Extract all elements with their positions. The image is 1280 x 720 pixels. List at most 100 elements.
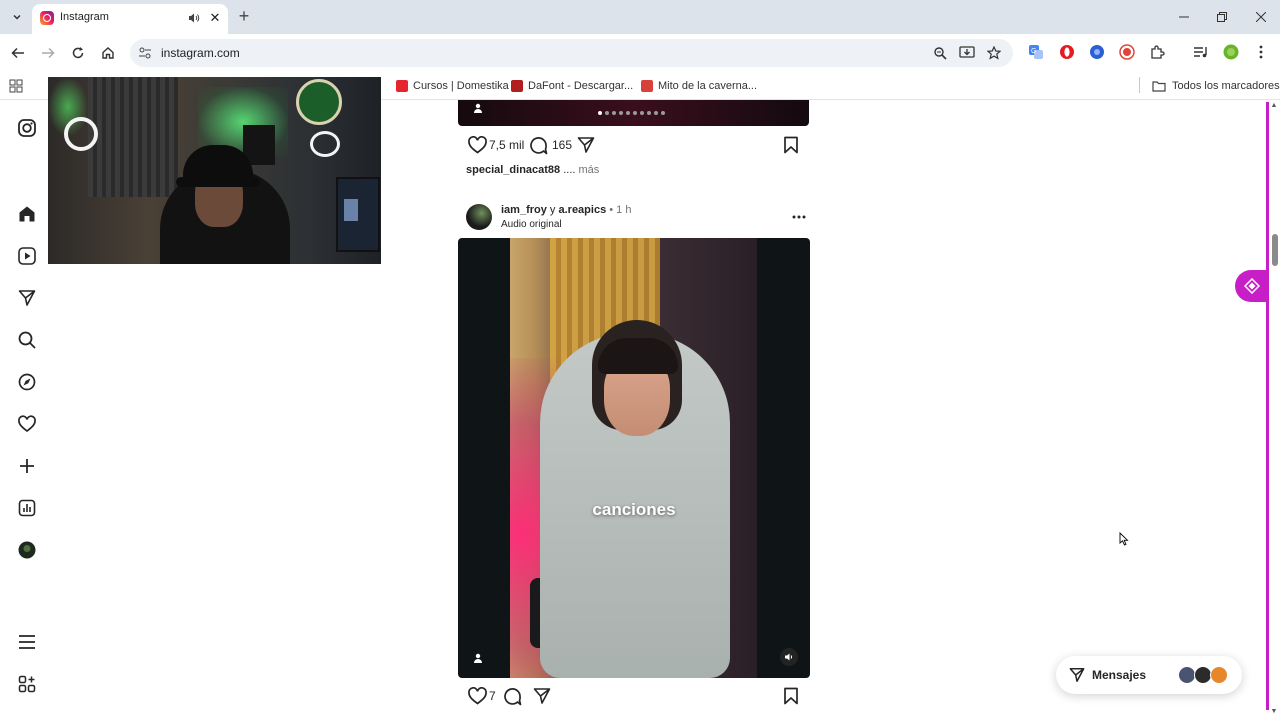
explore-icon[interactable] — [17, 372, 37, 392]
tab-title: Instagram — [60, 11, 109, 23]
carousel-dot — [647, 111, 651, 115]
webcam-wall-panel — [88, 77, 178, 197]
extensions-puzzle-icon[interactable] — [1148, 43, 1166, 61]
url-text: instagram.com — [161, 46, 240, 60]
reels-icon[interactable] — [17, 246, 37, 266]
caption-username[interactable]: special_dinacat88 — [466, 164, 560, 176]
page-scrollbar[interactable]: ▲ ▼ — [1266, 100, 1280, 720]
insights-icon[interactable] — [17, 498, 37, 518]
install-app-icon[interactable] — [959, 45, 975, 61]
floating-extension-button[interactable] — [1235, 270, 1269, 302]
close-window-button[interactable] — [1250, 6, 1272, 28]
tagged-user-icon[interactable] — [470, 100, 486, 116]
caption-more-link[interactable]: más — [575, 164, 600, 176]
webcam-overlay — [48, 77, 381, 264]
send-icon[interactable] — [17, 288, 37, 308]
bookmark-dafont[interactable]: DaFont - Descargar... — [511, 77, 633, 95]
all-bookmarks-label: Todos los marcadores — [1172, 80, 1280, 92]
bookmark-label: DaFont - Descargar... — [528, 80, 634, 92]
messages-label: Mensajes — [1092, 668, 1147, 682]
folder-icon — [1152, 81, 1166, 92]
author-conjunction: y — [546, 204, 559, 216]
heart-icon[interactable] — [17, 414, 37, 434]
caption-ellipsis: .... — [560, 164, 576, 176]
tab-instagram[interactable]: Instagram ✕ — [32, 4, 228, 34]
previous-post-media[interactable] — [458, 100, 809, 126]
save-bookmark-icon[interactable] — [780, 134, 802, 156]
like-heart-icon[interactable] — [466, 134, 488, 156]
tab-strip: Instagram ✕ + — [0, 0, 1280, 34]
post-avatar[interactable] — [466, 204, 492, 230]
more-apps-icon[interactable] — [17, 674, 37, 694]
reload-icon[interactable] — [68, 43, 88, 63]
messages-button[interactable]: Mensajes — [1056, 656, 1242, 694]
post-authors: iam_froy y a.reapics • 1 h — [501, 204, 631, 216]
scroll-down-arrow-icon[interactable]: ▼ — [1270, 708, 1278, 716]
post-options-icon[interactable] — [792, 210, 806, 224]
author-username[interactable]: iam_froy — [501, 204, 547, 216]
video-frame — [510, 238, 757, 678]
like-heart-icon[interactable] — [466, 685, 488, 707]
save-bookmark-icon[interactable] — [780, 685, 802, 707]
svg-text:G: G — [1031, 48, 1036, 55]
tab-search-chevron-icon[interactable] — [8, 8, 26, 26]
vpn-extension-icon[interactable] — [1088, 43, 1106, 61]
site-info-icon[interactable] — [138, 46, 152, 60]
media-control-icon[interactable] — [1192, 43, 1210, 61]
address-bar[interactable]: instagram.com — [130, 39, 1013, 67]
webcam-hat-brim — [176, 177, 260, 187]
opera-extension-icon[interactable] — [1058, 43, 1076, 61]
bookmark-label: Cursos | Domestika — [413, 80, 509, 92]
back-arrow-icon[interactable] — [8, 43, 28, 63]
carousel-dots — [598, 111, 665, 115]
tab-close-icon[interactable]: ✕ — [207, 10, 223, 26]
profile-avatar[interactable] — [17, 540, 37, 560]
minimize-button[interactable] — [1173, 6, 1195, 28]
carousel-dot — [612, 111, 616, 115]
menu-icon[interactable] — [17, 632, 37, 652]
comment-bubble-icon[interactable] — [527, 134, 549, 156]
instagram-logo-icon[interactable] — [17, 118, 37, 138]
webcam-ring-light — [310, 131, 340, 157]
carousel-dot — [605, 111, 609, 115]
tagged-user-icon[interactable] — [470, 650, 486, 666]
post-audio[interactable]: Audio original — [501, 219, 562, 230]
forward-arrow-icon[interactable] — [38, 43, 58, 63]
post-actions: 7 — [466, 685, 806, 707]
webcam-monitor — [336, 177, 380, 252]
instagram-favicon-icon — [40, 11, 54, 25]
post-video[interactable]: canciones — [458, 238, 810, 678]
carousel-dot — [598, 111, 602, 115]
create-plus-icon[interactable] — [17, 456, 37, 476]
search-icon[interactable] — [17, 330, 37, 350]
translate-extension-icon[interactable]: G — [1027, 43, 1045, 61]
profile-avatar-icon[interactable] — [1222, 43, 1240, 61]
new-tab-button[interactable]: + — [235, 7, 253, 25]
share-send-icon[interactable] — [531, 685, 553, 707]
carousel-dot — [619, 111, 623, 115]
bookmark-label: Mito de la caverna... — [658, 80, 758, 92]
volume-icon[interactable] — [780, 648, 798, 666]
restore-button[interactable] — [1211, 6, 1233, 28]
kebab-menu-icon[interactable] — [1252, 43, 1270, 61]
home-icon[interactable] — [17, 204, 37, 224]
bookmark-star-icon[interactable] — [986, 45, 1002, 61]
tab-audio-icon[interactable] — [187, 11, 201, 25]
coauthor-username[interactable]: a.reapics — [558, 204, 606, 216]
home-button-icon[interactable] — [98, 43, 118, 63]
likes-count: 7 — [489, 689, 496, 703]
zoom-icon[interactable] — [932, 45, 948, 61]
browser-toolbar: instagram.com G — [0, 34, 1280, 72]
bookmark-mito-caverna[interactable]: Mito de la caverna... — [641, 77, 757, 95]
bookmark-domestika[interactable]: Cursos | Domestika — [396, 77, 509, 95]
mito-favicon-icon — [641, 80, 653, 92]
scroll-up-arrow-icon[interactable]: ▲ — [1270, 102, 1278, 110]
apps-grid-icon[interactable] — [9, 77, 23, 95]
comment-bubble-icon[interactable] — [501, 685, 523, 707]
comments-count: 165 — [552, 138, 573, 152]
all-bookmarks-button[interactable]: Todos los marcadores — [1152, 77, 1280, 95]
carousel-dot — [661, 111, 665, 115]
share-send-icon[interactable] — [575, 134, 597, 156]
record-extension-icon[interactable] — [1118, 43, 1136, 61]
scroll-thumb[interactable] — [1272, 234, 1278, 266]
